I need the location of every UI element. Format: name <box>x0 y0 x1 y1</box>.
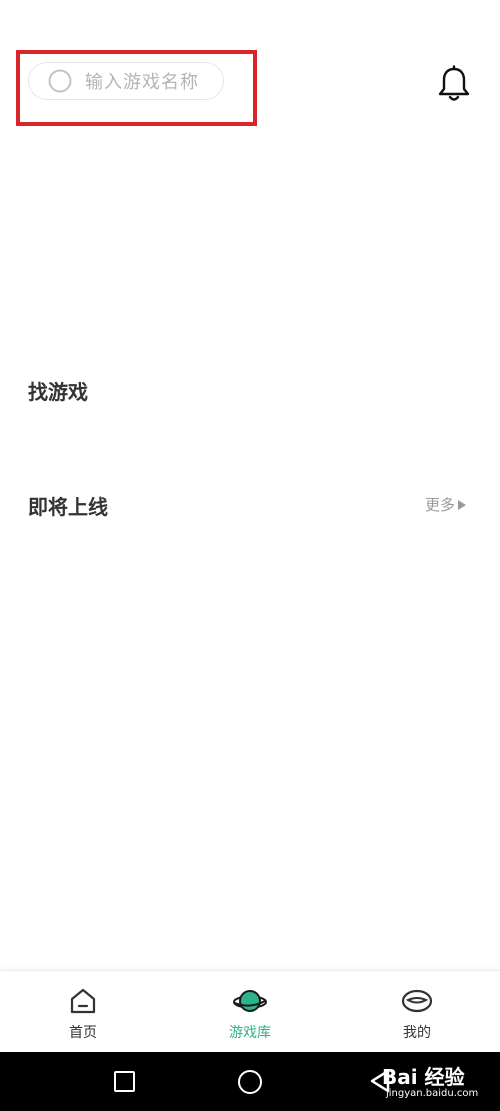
tab-profile-label: 我的 <box>403 1025 431 1041</box>
find-games-heading: 找游戏 <box>28 380 88 404</box>
game-library-screen: 输入游戏名称 找游戏 即将上线 更多 首页 游戏库 我的 Bai 经验 jing… <box>0 0 500 1111</box>
search-icon <box>48 69 72 93</box>
bottom-tab-bar: 首页 游戏库 我的 <box>0 970 500 1052</box>
notification-bell-icon[interactable] <box>437 65 471 103</box>
home-icon <box>70 988 96 1014</box>
tab-home[interactable]: 首页 <box>0 971 166 1053</box>
more-link[interactable]: 更多 <box>425 494 467 515</box>
planet-icon <box>233 990 267 1012</box>
watermark-url: jingyan.baidu.com <box>386 1088 479 1099</box>
coming-soon-heading: 即将上线 <box>28 495 108 519</box>
more-label: 更多 <box>425 496 456 514</box>
search-input[interactable]: 输入游戏名称 <box>28 62 224 100</box>
play-arrow-icon <box>458 499 467 510</box>
tab-home-label: 首页 <box>69 1025 97 1041</box>
watermark-logo: Bai 经验 <box>382 1065 465 1089</box>
recent-apps-button[interactable] <box>114 1071 135 1092</box>
tab-game-library[interactable]: 游戏库 <box>167 971 333 1053</box>
tab-profile[interactable]: 我的 <box>334 971 500 1053</box>
search-placeholder: 输入游戏名称 <box>85 72 199 93</box>
baidu-watermark: Bai 经验 jingyan.baidu.com <box>382 1058 494 1106</box>
profile-icon <box>401 989 433 1013</box>
system-home-button[interactable] <box>238 1070 262 1094</box>
tab-game-library-label: 游戏库 <box>229 1025 271 1041</box>
